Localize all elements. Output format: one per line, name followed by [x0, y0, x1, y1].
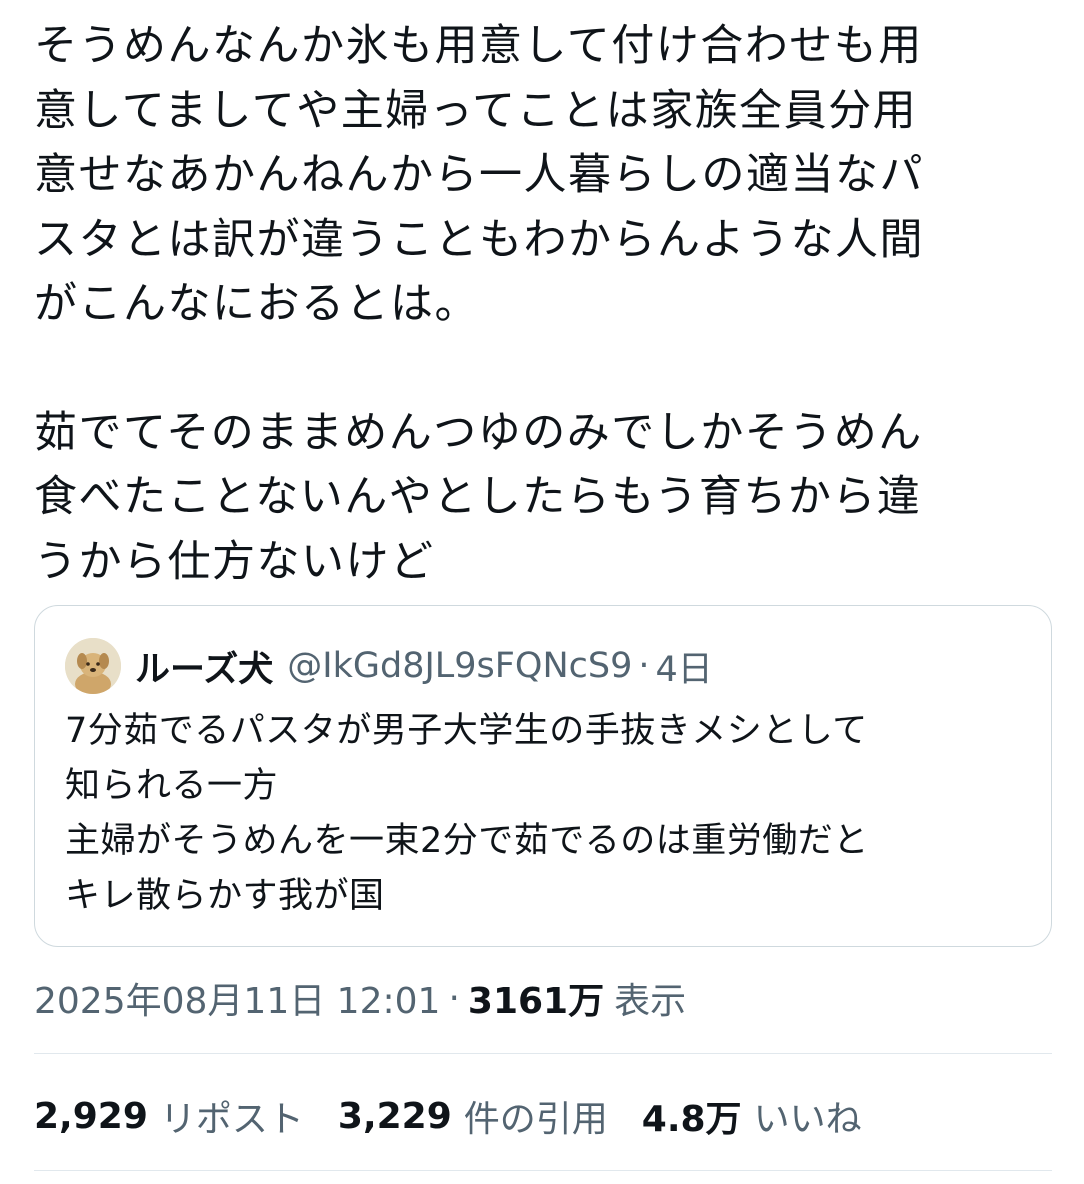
likes-count: 4.8万 [641, 1099, 742, 1140]
view-count: 3161万 [467, 981, 605, 1022]
quoted-tweet-text: 7分茹でるパスタが男子大学生の手抜きメシとして 知られる一方 主婦がそうめんを一… [65, 704, 1025, 924]
tweet-line: スタとは訳が違うこともわからんような人間 [34, 214, 924, 265]
divider [34, 1170, 1052, 1171]
separator-dot: · [448, 977, 460, 1019]
tweet-datetime[interactable]: 2025年08月11日 12:01 [34, 972, 440, 1024]
quotes-stat[interactable]: 3,229 件の引用 [338, 1090, 608, 1142]
view-count-label: 表示 [614, 981, 687, 1022]
tweet-text: そうめんなんか氷も用意して付け合わせも用 意してましてや主婦ってことは家族全員分… [34, 14, 1044, 594]
quote-line: 7分茹でるパスタが男子大学生の手抜きメシとして [65, 711, 868, 751]
avatar[interactable] [65, 638, 121, 694]
likes-stat[interactable]: 4.8万 いいね [642, 1090, 862, 1142]
quoted-author-name[interactable]: ルーズ犬 [135, 641, 273, 692]
quotes-label: 件の引用 [463, 1099, 608, 1140]
tweet-line: 意せなあかんねんから一人暮らしの適当なパ [34, 150, 924, 200]
tweet-line: そうめんなんか氷も用意して付け合わせも用 [34, 21, 923, 71]
quote-line: 知られる一方 [65, 766, 279, 806]
separator-dot: · [638, 646, 650, 686]
quoted-tweet-time[interactable]: 4日 [656, 641, 713, 692]
engagement-stats: 2,929 リポスト 3,229 件の引用 4.8万 いいね [34, 1088, 896, 1144]
reposts-stat[interactable]: 2,929 リポスト [34, 1090, 304, 1142]
tweet-line: 食べたことないんやとしたらもう育ちから違 [34, 472, 922, 522]
quoted-tweet-card[interactable]: ルーズ犬 @IkGd8JL9sFQNcS9 · 4日 7分茹でるパスタが男子大学… [34, 605, 1052, 947]
tweet-line: 茹でてそのままめんつゆのみでしかそうめん [34, 407, 923, 458]
dog-avatar-icon [65, 638, 121, 694]
reposts-label: リポスト [159, 1099, 304, 1140]
quoted-author-handle[interactable]: @IkGd8JL9sFQNcS9 [287, 646, 632, 686]
tweet-line: がこんなにおるとは。 [34, 279, 479, 329]
tweet-line: 意してましてや主婦ってことは家族全員分用 [34, 85, 918, 136]
likes-label: いいね [753, 1099, 862, 1140]
tweet-line: うから仕方ないけど [34, 536, 435, 587]
tweet-meta: 2025年08月11日 12:01 · 3161万 表示 [34, 970, 686, 1026]
quotes-count: 3,229 [337, 1095, 452, 1137]
reposts-count: 2,929 [34, 1095, 148, 1137]
quote-line: キレ散らかす我が国 [65, 876, 385, 916]
quoted-tweet-header: ルーズ犬 @IkGd8JL9sFQNcS9 · 4日 [65, 637, 713, 695]
quote-line: 主婦がそうめんを一束2分で茹でるのは重労働だと [65, 821, 869, 861]
divider [34, 1053, 1052, 1054]
